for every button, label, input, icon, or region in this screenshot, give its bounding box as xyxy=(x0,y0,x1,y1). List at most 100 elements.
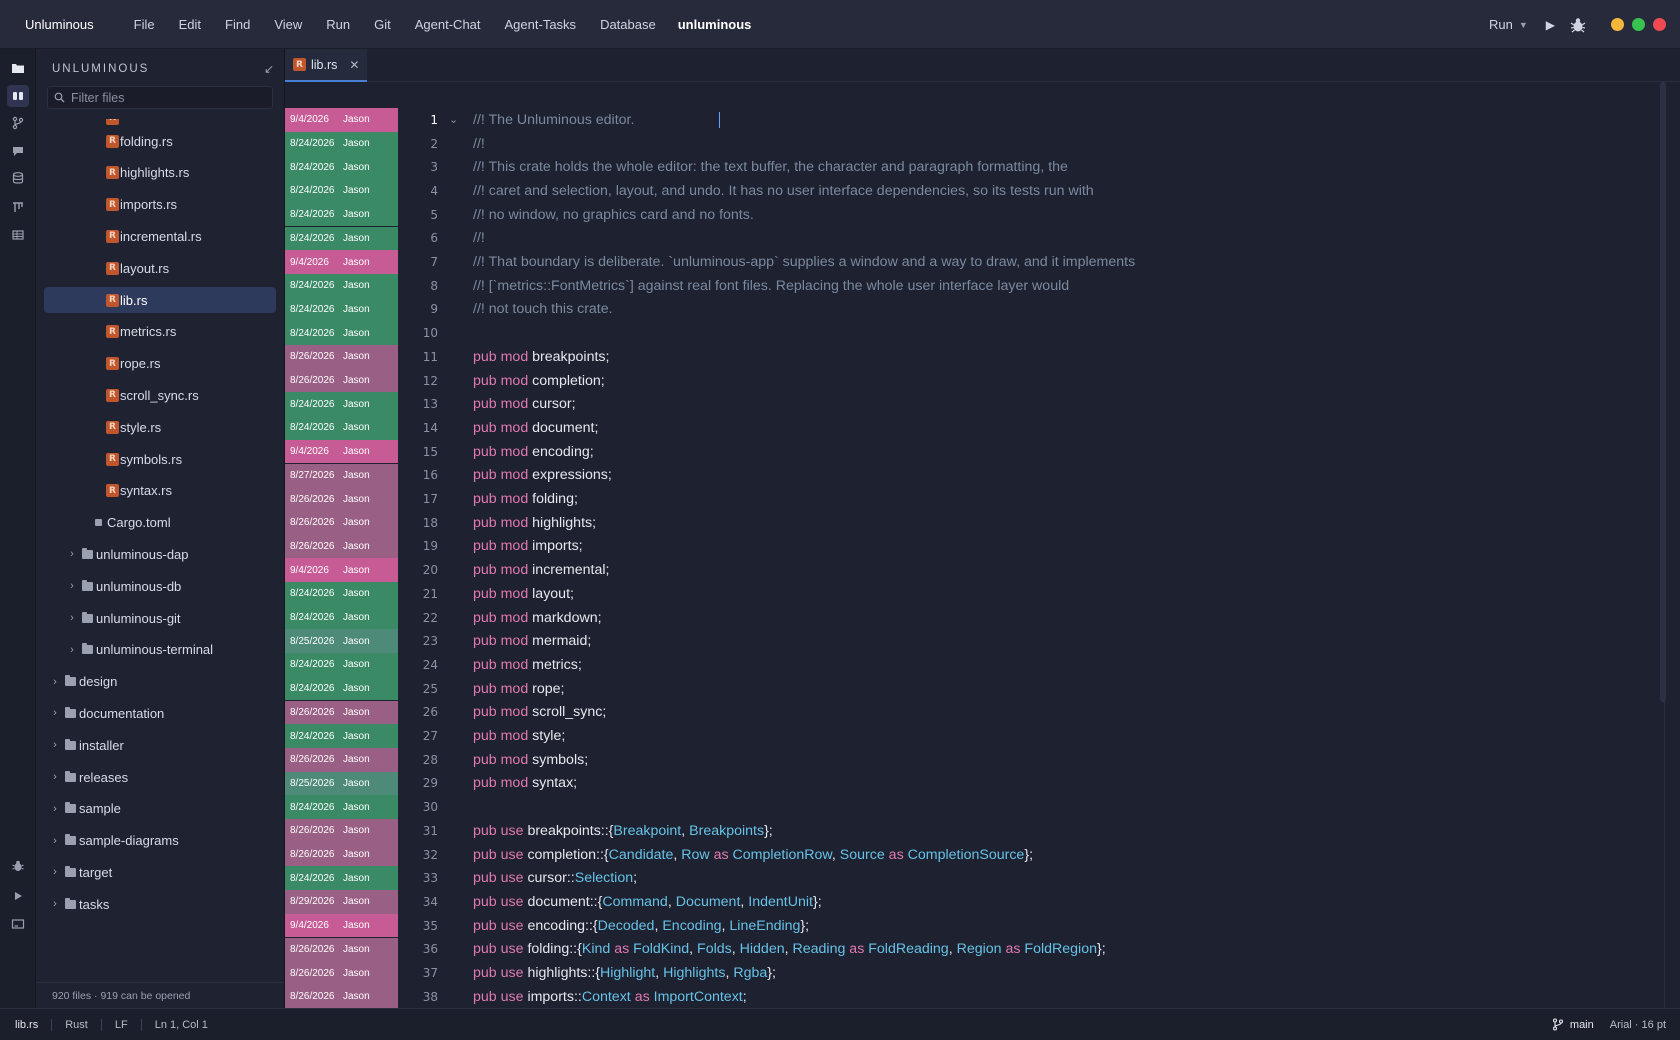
close-button[interactable] xyxy=(1653,18,1666,31)
chevron-right-icon[interactable]: › xyxy=(48,803,62,815)
blame-annotation[interactable]: 8/26/2026 Jason xyxy=(285,487,398,511)
code-line[interactable]: 8/26/2026 Jason 31 pub use breakpoints::{Br… xyxy=(285,819,1665,843)
blame-annotation[interactable]: 8/24/2026 Jason xyxy=(285,653,398,677)
chevron-right-icon[interactable]: › xyxy=(48,771,62,783)
code-line[interactable]: 8/26/2026 Jason 32 pub use completion::{Can… xyxy=(285,842,1665,867)
blame-annotation[interactable]: 8/26/2026 Jason xyxy=(285,510,398,535)
filter-input[interactable] xyxy=(71,90,261,105)
code-line[interactable]: 8/24/2026 Jason 13 pub mod cursor; xyxy=(285,392,1665,417)
blame-annotation[interactable]: 8/24/2026 Jason xyxy=(285,179,398,203)
code-line[interactable]: 9/4/2026 Jason 1 ⌄//! The Unluminous editor… xyxy=(285,108,1665,132)
blame-annotation[interactable]: 8/24/2026 Jason xyxy=(285,155,398,180)
tree-item-partial[interactable]: R xyxy=(44,119,276,131)
blame-annotation[interactable]: 8/25/2026 Jason xyxy=(285,771,398,796)
run-panel-icon[interactable] xyxy=(7,885,29,907)
status-position[interactable]: Ln 1, Col 1 xyxy=(142,1019,221,1031)
code-line[interactable]: 8/26/2026 Jason 18 pub mod highlights; xyxy=(285,510,1665,535)
code-line[interactable]: 9/4/2026 Jason 35 pub use encoding::{Decode… xyxy=(285,913,1665,938)
git-branch-icon[interactable] xyxy=(7,112,29,134)
tree-item-highlights-rs[interactable]: Rhighlights.rs xyxy=(44,160,276,186)
debug-panel-icon[interactable] xyxy=(7,855,29,877)
menu-agent-tasks[interactable]: Agent-Tasks xyxy=(493,17,589,32)
status-font[interactable]: Arial · 16 pt xyxy=(1610,1019,1666,1031)
database-icon[interactable] xyxy=(7,167,29,189)
code-line[interactable]: 8/29/2026 Jason 34 pub use document::{Comma… xyxy=(285,890,1665,914)
blame-annotation[interactable]: 9/4/2026 Jason xyxy=(285,439,398,464)
blame-annotation[interactable]: 8/24/2026 Jason xyxy=(285,724,398,748)
tree-item-sample-diagrams[interactable]: › sample-diagrams xyxy=(44,828,276,854)
code-line[interactable]: 8/26/2026 Jason 28 pub mod symbols; xyxy=(285,747,1665,772)
tree-item-documentation[interactable]: › documentation xyxy=(44,700,276,726)
blame-annotation[interactable]: 9/4/2026 Jason xyxy=(285,250,398,274)
code-line[interactable]: 8/24/2026 Jason 21 pub mod layout; xyxy=(285,582,1665,606)
tree-item-lib-rs[interactable]: Rlib.rs xyxy=(44,287,276,313)
collapse-icon[interactable]: ↙ xyxy=(264,62,274,76)
code-line[interactable]: 8/24/2026 Jason 24 pub mod metrics; xyxy=(285,653,1665,677)
tree-item-tasks[interactable]: › tasks xyxy=(44,891,276,917)
tree-item-layout-rs[interactable]: Rlayout.rs xyxy=(44,255,276,281)
tree-item-rope-rs[interactable]: Rrope.rs xyxy=(44,351,276,377)
status-branch[interactable]: main xyxy=(1552,1018,1594,1031)
status-line-ending[interactable]: LF xyxy=(102,1018,142,1031)
code-line[interactable]: 8/24/2026 Jason 9 //! not touch this crate. xyxy=(285,297,1665,322)
blame-annotation[interactable]: 8/24/2026 Jason xyxy=(285,226,398,251)
tree-item-imports-rs[interactable]: Rimports.rs xyxy=(44,192,276,218)
blame-annotation[interactable]: 9/4/2026 Jason xyxy=(285,913,398,938)
code-line[interactable]: 8/24/2026 Jason 33 pub use cursor::Selectio… xyxy=(285,866,1665,891)
chevron-right-icon[interactable]: › xyxy=(48,835,62,847)
tree-item-incremental-rs[interactable]: Rincremental.rs xyxy=(44,223,276,249)
tree-item-unluminous-db[interactable]: › unluminous-db xyxy=(44,573,276,599)
code-line[interactable]: 8/26/2026 Jason 36 pub use folding::{Kind a… xyxy=(285,937,1665,962)
tree-item-releases[interactable]: › releases xyxy=(44,764,276,790)
chevron-right-icon[interactable]: › xyxy=(48,898,62,910)
menu-view[interactable]: View xyxy=(262,17,314,32)
close-tab-icon[interactable]: ✕ xyxy=(349,58,359,72)
blame-annotation[interactable]: 8/24/2026 Jason xyxy=(285,297,398,322)
code-line[interactable]: 8/24/2026 Jason 14 pub mod document; xyxy=(285,416,1665,440)
editor-scrollbar[interactable] xyxy=(1660,82,1666,702)
tree-item-sample[interactable]: › sample xyxy=(44,796,276,822)
code-line[interactable]: 8/24/2026 Jason 2 //! xyxy=(285,131,1665,156)
blame-annotation[interactable]: 8/24/2026 Jason xyxy=(285,392,398,417)
tree-item-syntax-rs[interactable]: Rsyntax.rs xyxy=(44,478,276,504)
minimize-button[interactable] xyxy=(1611,18,1624,31)
blame-annotation[interactable]: 8/26/2026 Jason xyxy=(285,534,398,559)
menu-edit[interactable]: Edit xyxy=(167,17,213,32)
code-line[interactable]: 9/4/2026 Jason 7 //! That boundary is delib… xyxy=(285,250,1665,274)
code-line[interactable]: 8/26/2026 Jason 19 pub mod imports; xyxy=(285,534,1665,559)
blame-annotation[interactable]: 8/24/2026 Jason xyxy=(285,866,398,891)
panels-icon[interactable] xyxy=(7,85,29,107)
blame-annotation[interactable]: 8/24/2026 Jason xyxy=(285,202,398,227)
code-line[interactable]: 8/26/2026 Jason 17 pub mod folding; xyxy=(285,487,1665,511)
explorer-icon[interactable] xyxy=(7,57,29,79)
chevron-right-icon[interactable]: › xyxy=(48,707,62,719)
tree-item-target[interactable]: › target xyxy=(44,859,276,885)
blame-annotation[interactable]: 8/26/2026 Jason xyxy=(285,700,398,725)
menu-git[interactable]: Git xyxy=(362,17,403,32)
blame-annotation[interactable]: 8/24/2026 Jason xyxy=(285,131,398,156)
blame-annotation[interactable]: 8/24/2026 Jason xyxy=(285,676,398,701)
code-line[interactable]: 8/26/2026 Jason 37 pub use highlights::{Hig… xyxy=(285,961,1665,985)
chevron-right-icon[interactable]: › xyxy=(65,644,79,656)
chevron-right-icon[interactable]: › xyxy=(48,866,62,878)
code-line[interactable]: 8/24/2026 Jason 8 //! [`metrics::FontMetric… xyxy=(285,273,1665,298)
code-editor[interactable]: 9/4/2026 Jason 1 ⌄//! The Unluminous editor… xyxy=(285,82,1680,1008)
filter-box[interactable] xyxy=(47,86,273,109)
blame-annotation[interactable]: 8/26/2026 Jason xyxy=(285,984,398,1008)
blame-annotation[interactable]: 9/4/2026 Jason xyxy=(285,108,398,132)
terminal-icon[interactable] xyxy=(7,913,29,935)
tree-item-folding-rs[interactable]: Rfolding.rs xyxy=(44,128,276,154)
blame-annotation[interactable]: 8/26/2026 Jason xyxy=(285,819,398,843)
menu-find[interactable]: Find xyxy=(213,17,262,32)
tree-item-symbols-rs[interactable]: Rsymbols.rs xyxy=(44,446,276,472)
code-line[interactable]: 8/24/2026 Jason 10 xyxy=(285,321,1665,345)
run-config-dropdown[interactable]: Run ▼ xyxy=(1489,17,1528,32)
status-language[interactable]: Rust xyxy=(52,1018,102,1031)
tab-lib-rs[interactable]: R lib.rs ✕ xyxy=(285,49,367,82)
blame-annotation[interactable]: 8/27/2026 Jason xyxy=(285,463,398,488)
tree-item-metrics-rs[interactable]: Rmetrics.rs xyxy=(44,319,276,345)
code-line[interactable]: 9/4/2026 Jason 20 pub mod incremental; xyxy=(285,558,1665,582)
menu-database[interactable]: Database xyxy=(588,17,668,32)
tasks-icon[interactable] xyxy=(7,196,29,218)
code-line[interactable]: 8/26/2026 Jason 12 pub mod completion; xyxy=(285,368,1665,393)
